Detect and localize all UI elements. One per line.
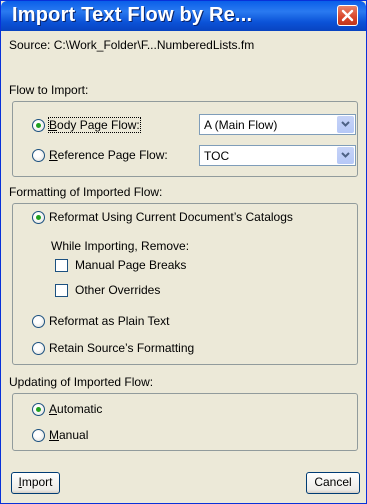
chevron-down-icon — [341, 121, 350, 127]
close-icon — [341, 9, 354, 22]
manual-page-breaks-checkbox[interactable] — [55, 259, 68, 272]
manual-label[interactable]: Manual — [49, 428, 88, 442]
body-page-flow-value: A (Main Flow) — [204, 118, 278, 132]
body-page-flow-label[interactable]: Body Page Flow: — [48, 117, 141, 133]
manual-page-breaks-label[interactable]: Manual Page Breaks — [75, 258, 186, 272]
chevron-down-icon — [341, 152, 350, 158]
formatting-heading: Formatting of Imported Flow: — [9, 185, 163, 199]
reference-page-flow-dropdown-button[interactable] — [337, 147, 354, 164]
body-page-flow-radio[interactable] — [32, 119, 45, 132]
reference-page-flow-label[interactable]: Reference Page Flow: — [49, 148, 168, 162]
reference-page-flow-select[interactable]: TOC — [199, 145, 356, 166]
plain-text-label[interactable]: Reformat as Plain Text — [49, 314, 170, 328]
flow-to-import-heading: Flow to Import: — [9, 83, 89, 97]
plain-text-radio[interactable] — [32, 315, 45, 328]
updating-heading: Updating of Imported Flow: — [9, 375, 154, 389]
retain-source-radio[interactable] — [32, 342, 45, 355]
reference-page-flow-radio[interactable] — [32, 149, 45, 162]
body-page-flow-dropdown-button[interactable] — [337, 116, 354, 133]
import-text-flow-dialog: Import Text Flow by Re... Source: C:\Wor… — [0, 0, 367, 504]
body-page-flow-select[interactable]: A (Main Flow) — [199, 114, 356, 135]
other-overrides-label[interactable]: Other Overrides — [75, 283, 160, 297]
manual-radio[interactable] — [32, 429, 45, 442]
reformat-catalogs-radio[interactable] — [32, 211, 45, 224]
reference-page-flow-value: TOC — [204, 149, 230, 163]
title-bar[interactable]: Import Text Flow by Re... — [1, 1, 366, 31]
cancel-button[interactable]: Cancel — [306, 472, 360, 494]
automatic-radio[interactable] — [32, 403, 45, 416]
dialog-title: Import Text Flow by Re... — [12, 4, 253, 26]
retain-source-label[interactable]: Retain Source’s Formatting — [49, 341, 194, 355]
automatic-label[interactable]: Automatic — [49, 402, 102, 416]
other-overrides-checkbox[interactable] — [55, 284, 68, 297]
reformat-catalogs-label[interactable]: Reformat Using Current Document’s Catalo… — [49, 210, 293, 224]
import-button[interactable]: Import — [11, 472, 60, 494]
while-importing-label: While Importing, Remove: — [51, 239, 190, 253]
close-button[interactable] — [337, 5, 358, 26]
source-path: Source: C:\Work_Folder\F...NumberedLists… — [9, 38, 255, 52]
